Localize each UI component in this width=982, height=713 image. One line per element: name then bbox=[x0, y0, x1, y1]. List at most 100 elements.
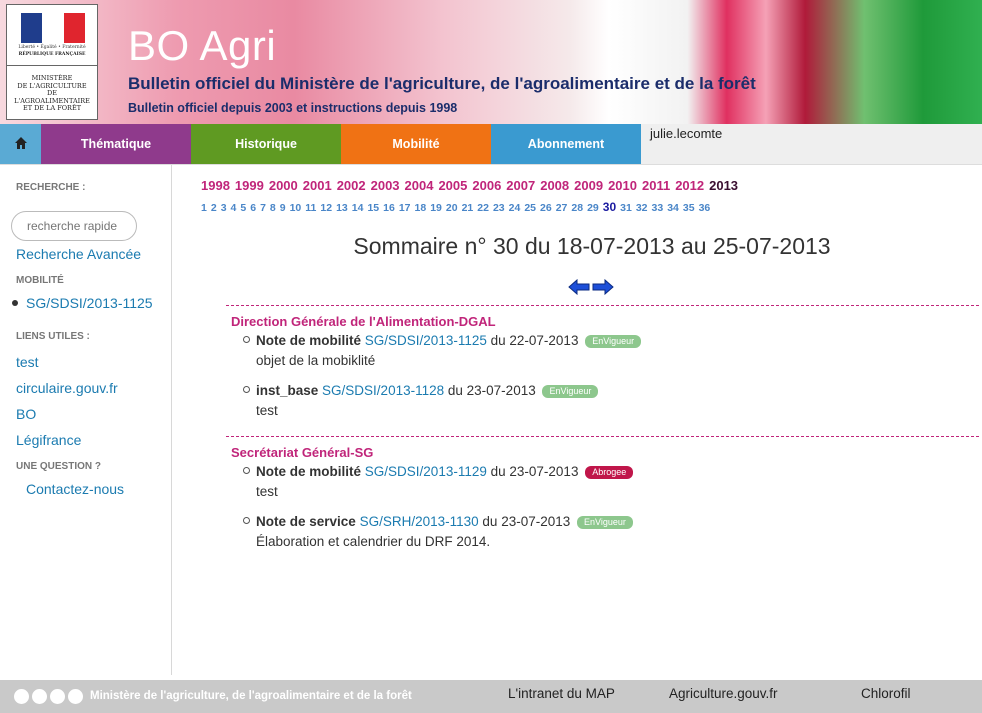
year-link[interactable]: 2001 bbox=[303, 178, 332, 193]
week-link[interactable]: 3 bbox=[221, 202, 227, 214]
logo-ministry: MINISTÈRE DE L'AGRICULTURE DE L'AGROALIM… bbox=[14, 74, 90, 112]
previous-arrow-icon[interactable] bbox=[568, 279, 590, 295]
week-link[interactable]: 5 bbox=[240, 202, 246, 214]
entry-date: du 23-07-2013 bbox=[447, 383, 536, 398]
week-link[interactable]: 14 bbox=[352, 202, 364, 214]
entry-ref-link[interactable]: SG/SDSI/2013-1129 bbox=[365, 464, 487, 479]
page-title: Sommaire n° 30 du 18-07-2013 au 25-07-20… bbox=[353, 233, 831, 259]
status-badge: EnVigueur bbox=[577, 516, 633, 529]
week-link[interactable]: 25 bbox=[524, 202, 536, 214]
week-link[interactable]: 28 bbox=[571, 202, 583, 214]
week-link[interactable]: 6 bbox=[250, 202, 256, 214]
week-link[interactable]: 4 bbox=[231, 202, 237, 214]
year-link[interactable]: 2010 bbox=[608, 178, 637, 193]
week-link[interactable]: 36 bbox=[699, 202, 711, 214]
year-link[interactable]: 2002 bbox=[337, 178, 366, 193]
week-link[interactable]: 16 bbox=[383, 202, 395, 214]
section-title-sg: Secrétariat Général-SG bbox=[231, 445, 374, 460]
week-link[interactable]: 19 bbox=[430, 202, 442, 214]
week-link[interactable]: 18 bbox=[415, 202, 427, 214]
marianne-logo[interactable]: Liberté • Égalité • Fraternité RÉPUBLIQU… bbox=[6, 4, 98, 120]
site-header: Liberté • Égalité • Fraternité RÉPUBLIQU… bbox=[0, 0, 982, 124]
year-link[interactable]: 2005 bbox=[438, 178, 467, 193]
mobility-item-link[interactable]: SG/SDSI/2013-1125 bbox=[26, 295, 153, 311]
nav-mobilite[interactable]: Mobilité bbox=[341, 124, 491, 164]
year-link[interactable]: 2004 bbox=[405, 178, 434, 193]
week-link[interactable]: 33 bbox=[652, 202, 664, 214]
dot-icon bbox=[50, 689, 65, 704]
week-link[interactable]: 9 bbox=[280, 202, 286, 214]
year-link[interactable]: 1998 bbox=[201, 178, 230, 193]
year-link[interactable]: 2000 bbox=[269, 178, 298, 193]
logo-motto: Liberté • Égalité • Fraternité bbox=[18, 45, 86, 50]
next-arrow-icon[interactable] bbox=[592, 279, 614, 295]
week-link[interactable]: 32 bbox=[636, 202, 648, 214]
year-link[interactable]: 2006 bbox=[472, 178, 501, 193]
list-item: Note de mobilité SG/SDSI/2013-1125 du 22… bbox=[243, 333, 642, 348]
home-button[interactable] bbox=[0, 124, 41, 164]
year-link[interactable]: 2012 bbox=[675, 178, 704, 193]
year-link[interactable]: 2013 bbox=[709, 178, 738, 193]
links-section-label: LIENS UTILES : bbox=[16, 331, 90, 342]
entry-ref-link[interactable]: SG/SDSI/2013-1125 bbox=[365, 333, 487, 348]
user-name[interactable]: julie.lecomte bbox=[650, 126, 722, 141]
footer-link-chlorofil[interactable]: Chlorofil bbox=[861, 686, 911, 701]
question-section-label: UNE QUESTION ? bbox=[16, 461, 102, 472]
status-badge: EnVigueur bbox=[585, 335, 642, 348]
year-link[interactable]: 2007 bbox=[506, 178, 535, 193]
week-link[interactable]: 1 bbox=[201, 202, 207, 214]
week-link[interactable]: 11 bbox=[305, 202, 316, 214]
year-link[interactable]: 2011 bbox=[642, 178, 670, 193]
entry-description: objet de la mobiklité bbox=[256, 353, 376, 368]
entry-description: test bbox=[256, 403, 278, 418]
week-link[interactable]: 22 bbox=[477, 202, 489, 214]
link-legifrance[interactable]: Légifrance bbox=[16, 432, 81, 448]
week-link[interactable]: 31 bbox=[620, 202, 632, 214]
entry-description: test bbox=[256, 484, 278, 499]
site-subtitle: Bulletin officiel du Ministère de l'agri… bbox=[128, 74, 756, 93]
entry-date: du 23-07-2013 bbox=[490, 464, 579, 479]
site-title[interactable]: BO Agri bbox=[128, 22, 276, 70]
week-link[interactable]: 23 bbox=[493, 202, 505, 214]
circle-bullet-icon bbox=[243, 517, 250, 524]
section-divider bbox=[226, 305, 979, 306]
entry-ref-link[interactable]: SG/SDSI/2013-1128 bbox=[322, 383, 444, 398]
home-icon bbox=[14, 137, 27, 149]
link-circulaire[interactable]: circulaire.gouv.fr bbox=[16, 380, 118, 396]
entry-ref-link[interactable]: SG/SRH/2013-1130 bbox=[360, 514, 479, 529]
week-link[interactable]: 34 bbox=[667, 202, 679, 214]
nav-historique[interactable]: Historique bbox=[191, 124, 341, 164]
link-test[interactable]: test bbox=[16, 354, 39, 370]
week-link[interactable]: 8 bbox=[270, 202, 276, 214]
footer-link-agriculture[interactable]: Agriculture.gouv.fr bbox=[669, 686, 778, 701]
week-link[interactable]: 24 bbox=[509, 202, 521, 214]
year-link[interactable]: 1999 bbox=[235, 178, 264, 193]
week-link[interactable]: 35 bbox=[683, 202, 695, 214]
week-link[interactable]: 12 bbox=[320, 202, 332, 214]
contact-link[interactable]: Contactez-nous bbox=[26, 481, 124, 497]
footer-link-intranet[interactable]: L'intranet du MAP bbox=[508, 686, 615, 701]
week-link[interactable]: 7 bbox=[260, 202, 266, 214]
year-link[interactable]: 2008 bbox=[540, 178, 569, 193]
year-link[interactable]: 2003 bbox=[371, 178, 400, 193]
link-bo[interactable]: BO bbox=[16, 406, 36, 422]
week-link[interactable]: 30 bbox=[603, 200, 616, 214]
week-link[interactable]: 27 bbox=[556, 202, 568, 214]
nav-thematique[interactable]: Thématique bbox=[41, 124, 191, 164]
logo-republic: RÉPUBLIQUE FRANÇAISE bbox=[18, 52, 86, 57]
week-link[interactable]: 10 bbox=[290, 202, 302, 214]
search-section-label: RECHERCHE : bbox=[16, 182, 86, 193]
week-link[interactable]: 13 bbox=[336, 202, 348, 214]
mobility-section-label: MOBILITÉ bbox=[16, 275, 64, 286]
week-link[interactable]: 29 bbox=[587, 202, 599, 214]
week-link[interactable]: 15 bbox=[367, 202, 379, 214]
week-link[interactable]: 26 bbox=[540, 202, 552, 214]
week-link[interactable]: 20 bbox=[446, 202, 458, 214]
entry-date: du 22-07-2013 bbox=[490, 333, 579, 348]
week-link[interactable]: 2 bbox=[211, 202, 217, 214]
week-link[interactable]: 21 bbox=[462, 202, 474, 214]
nav-abonnement[interactable]: Abonnement bbox=[491, 124, 641, 164]
navigation-arrows bbox=[568, 279, 614, 295]
week-link[interactable]: 17 bbox=[399, 202, 411, 214]
year-link[interactable]: 2009 bbox=[574, 178, 603, 193]
